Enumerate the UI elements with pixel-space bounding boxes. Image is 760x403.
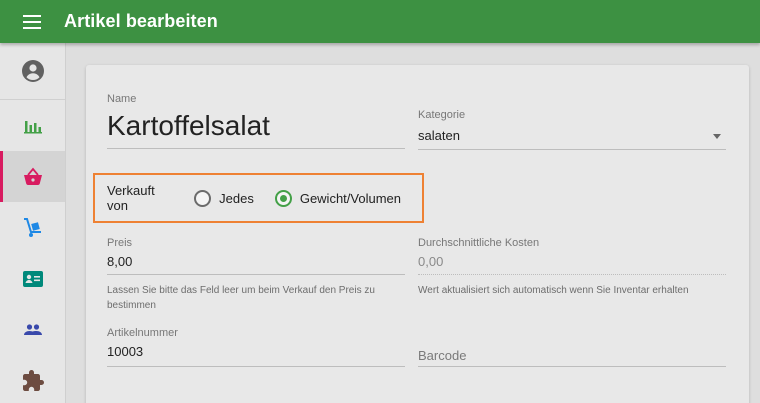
category-select[interactable]: Kategorie salaten (418, 109, 726, 150)
radio-weight-volume[interactable]: Gewicht/Volumen (274, 189, 401, 207)
article-number-input[interactable]: 10003 (107, 344, 143, 359)
main-content: Name Kartoffelsalat Kategorie salaten Ve… (66, 43, 760, 403)
barcode-input[interactable]: Barcode (418, 348, 466, 363)
article-number-label: Artikelnummer (107, 327, 178, 339)
sidebar-item-contacts[interactable] (0, 253, 65, 304)
account-circle-icon (21, 60, 44, 82)
page-title: Artikel bearbeiten (64, 11, 218, 31)
average-cost-label: Durchschnittliche Kosten (418, 237, 540, 249)
average-cost-value: 0,00 (418, 254, 444, 269)
sidebar (0, 43, 66, 403)
contact-card-icon (22, 270, 43, 287)
name-underline (107, 148, 405, 149)
sidebar-item-account[interactable] (0, 43, 65, 100)
article-number-underline (107, 366, 405, 367)
bar-chart-icon (23, 120, 42, 133)
puzzle-icon (22, 369, 44, 391)
category-underline (418, 149, 726, 150)
app-bar: Artikel bearbeiten (0, 0, 760, 43)
sold-by-group: Verkauft von Jedes Gewicht/Volumen (93, 173, 424, 223)
sidebar-item-extensions[interactable] (0, 355, 65, 403)
menu-button[interactable] (0, 0, 64, 43)
radio-unchecked-icon[interactable] (194, 189, 212, 207)
radio-each[interactable]: Jedes (194, 189, 254, 207)
price-input[interactable]: 8,00 (107, 254, 132, 269)
average-cost-hint: Wert aktualisiert sich automatisch wenn … (418, 285, 689, 296)
name-input[interactable]: Kartoffelsalat (107, 110, 270, 142)
barcode-underline (418, 366, 726, 367)
average-cost-underline (418, 274, 726, 275)
sold-by-label: Verkauft von (107, 183, 155, 213)
radio-weight-volume-label: Gewicht/Volumen (299, 190, 401, 206)
sidebar-item-sales[interactable] (0, 151, 65, 202)
name-label: Name (107, 93, 137, 105)
dropdown-arrow-icon[interactable] (713, 134, 721, 139)
sidebar-item-inventory[interactable] (0, 202, 65, 253)
basket-icon (23, 167, 42, 185)
category-value[interactable]: salaten (418, 128, 460, 143)
edit-item-card: Name Kartoffelsalat Kategorie salaten Ve… (86, 65, 749, 403)
radio-checked-icon[interactable] (274, 189, 292, 207)
hand-truck-icon (23, 217, 41, 237)
people-icon (23, 323, 42, 335)
price-label: Preis (107, 237, 133, 249)
radio-each-label: Jedes (219, 190, 254, 206)
category-label: Kategorie (418, 109, 466, 121)
sidebar-item-users[interactable] (0, 304, 65, 355)
name-field[interactable]: Name Kartoffelsalat (107, 93, 405, 149)
price-underline (107, 274, 405, 275)
price-hint: Lassen Sie bitte das Feld leer um beim V… (107, 285, 375, 311)
hamburger-menu-icon (23, 14, 41, 29)
sidebar-item-reports[interactable] (0, 100, 65, 151)
